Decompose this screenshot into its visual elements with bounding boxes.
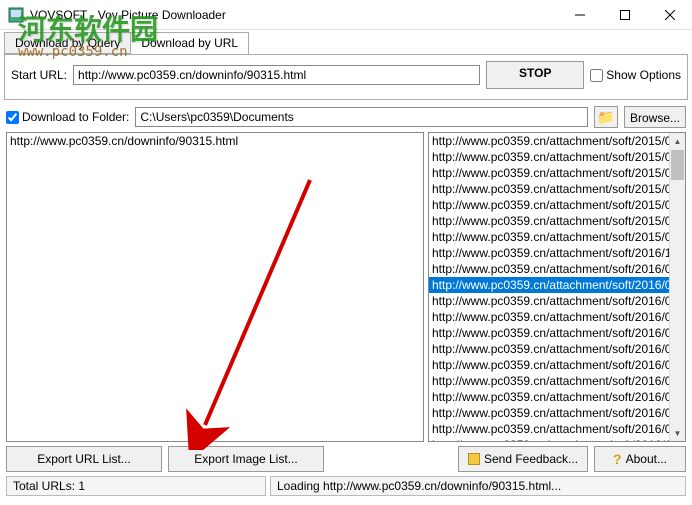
- list-item[interactable]: http://www.pc0359.cn/attachment/soft/201…: [429, 245, 685, 261]
- list-item[interactable]: http://www.pc0359.cn/downinfo/90315.html: [7, 133, 423, 149]
- tab-download-by-url[interactable]: Download by URL: [130, 32, 249, 54]
- list-item[interactable]: http://www.pc0359.cn/attachment/soft/201…: [429, 197, 685, 213]
- list-item[interactable]: http://www.pc0359.cn/attachment/soft/201…: [429, 437, 685, 442]
- list-item[interactable]: http://www.pc0359.cn/attachment/soft/201…: [429, 133, 685, 149]
- about-button[interactable]: ? About...: [594, 446, 686, 472]
- list-item[interactable]: http://www.pc0359.cn/attachment/soft/201…: [429, 149, 685, 165]
- start-url-input[interactable]: [73, 65, 480, 85]
- maximize-button[interactable]: [602, 0, 647, 29]
- help-icon: ?: [613, 451, 622, 467]
- folder-icon: 📁: [597, 109, 614, 126]
- export-url-list-button[interactable]: Export URL List...: [6, 446, 162, 472]
- folder-path-input[interactable]: [135, 107, 588, 127]
- list-item[interactable]: http://www.pc0359.cn/attachment/soft/201…: [429, 165, 685, 181]
- list-item[interactable]: http://www.pc0359.cn/attachment/soft/201…: [429, 309, 685, 325]
- export-image-list-button[interactable]: Export Image List...: [168, 446, 324, 472]
- list-item[interactable]: http://www.pc0359.cn/attachment/soft/201…: [429, 357, 685, 373]
- show-options-input[interactable]: [590, 69, 603, 82]
- list-item[interactable]: http://www.pc0359.cn/attachment/soft/201…: [429, 373, 685, 389]
- titlebar: VOVSOFT - Vov Picture Downloader: [0, 0, 692, 30]
- statusbar: Total URLs: 1 Loading http://www.pc0359.…: [6, 476, 686, 496]
- minimize-button[interactable]: [557, 0, 602, 29]
- browse-button[interactable]: Browse...: [624, 106, 686, 128]
- scroll-thumb[interactable]: [671, 150, 684, 180]
- url-panel: Start URL: STOP Show Options: [4, 54, 688, 100]
- start-url-label: Start URL:: [11, 68, 67, 82]
- download-to-folder-checkbox[interactable]: Download to Folder:: [6, 110, 129, 124]
- scroll-up-arrow[interactable]: ▲: [670, 133, 685, 149]
- feedback-icon: [468, 453, 480, 465]
- status-loading: Loading http://www.pc0359.cn/downinfo/90…: [270, 476, 686, 496]
- list-item[interactable]: http://www.pc0359.cn/attachment/soft/201…: [429, 421, 685, 437]
- list-item[interactable]: http://www.pc0359.cn/attachment/soft/201…: [429, 213, 685, 229]
- list-item[interactable]: http://www.pc0359.cn/attachment/soft/201…: [429, 181, 685, 197]
- list-item[interactable]: http://www.pc0359.cn/attachment/soft/201…: [429, 341, 685, 357]
- folder-row: Download to Folder: 📁 Browse...: [6, 106, 686, 128]
- download-to-folder-input[interactable]: [6, 111, 19, 124]
- send-feedback-button[interactable]: Send Feedback...: [458, 446, 588, 472]
- window-title: VOVSOFT - Vov Picture Downloader: [30, 8, 557, 22]
- url-list[interactable]: http://www.pc0359.cn/downinfo/90315.html: [6, 132, 424, 442]
- status-total-urls: Total URLs: 1: [6, 476, 266, 496]
- list-item[interactable]: http://www.pc0359.cn/attachment/soft/201…: [429, 389, 685, 405]
- tab-download-by-query[interactable]: Download by Query: [4, 32, 131, 54]
- close-button[interactable]: [647, 0, 692, 29]
- folder-icon-button[interactable]: 📁: [594, 106, 618, 128]
- list-item[interactable]: http://www.pc0359.cn/attachment/soft/201…: [429, 229, 685, 245]
- list-item[interactable]: http://www.pc0359.cn/attachment/soft/201…: [429, 293, 685, 309]
- scrollbar[interactable]: ▲ ▼: [669, 133, 685, 441]
- list-item[interactable]: http://www.pc0359.cn/attachment/soft/201…: [429, 325, 685, 341]
- scroll-down-arrow[interactable]: ▼: [670, 425, 685, 441]
- list-item[interactable]: http://www.pc0359.cn/attachment/soft/201…: [429, 277, 685, 293]
- image-list[interactable]: http://www.pc0359.cn/attachment/soft/201…: [428, 132, 686, 442]
- show-options-checkbox[interactable]: Show Options: [590, 68, 681, 82]
- stop-button[interactable]: STOP: [486, 61, 584, 89]
- tabs: Download by Query Download by URL: [4, 32, 692, 54]
- list-item[interactable]: http://www.pc0359.cn/attachment/soft/201…: [429, 261, 685, 277]
- app-icon: [8, 7, 24, 23]
- list-item[interactable]: http://www.pc0359.cn/attachment/soft/201…: [429, 405, 685, 421]
